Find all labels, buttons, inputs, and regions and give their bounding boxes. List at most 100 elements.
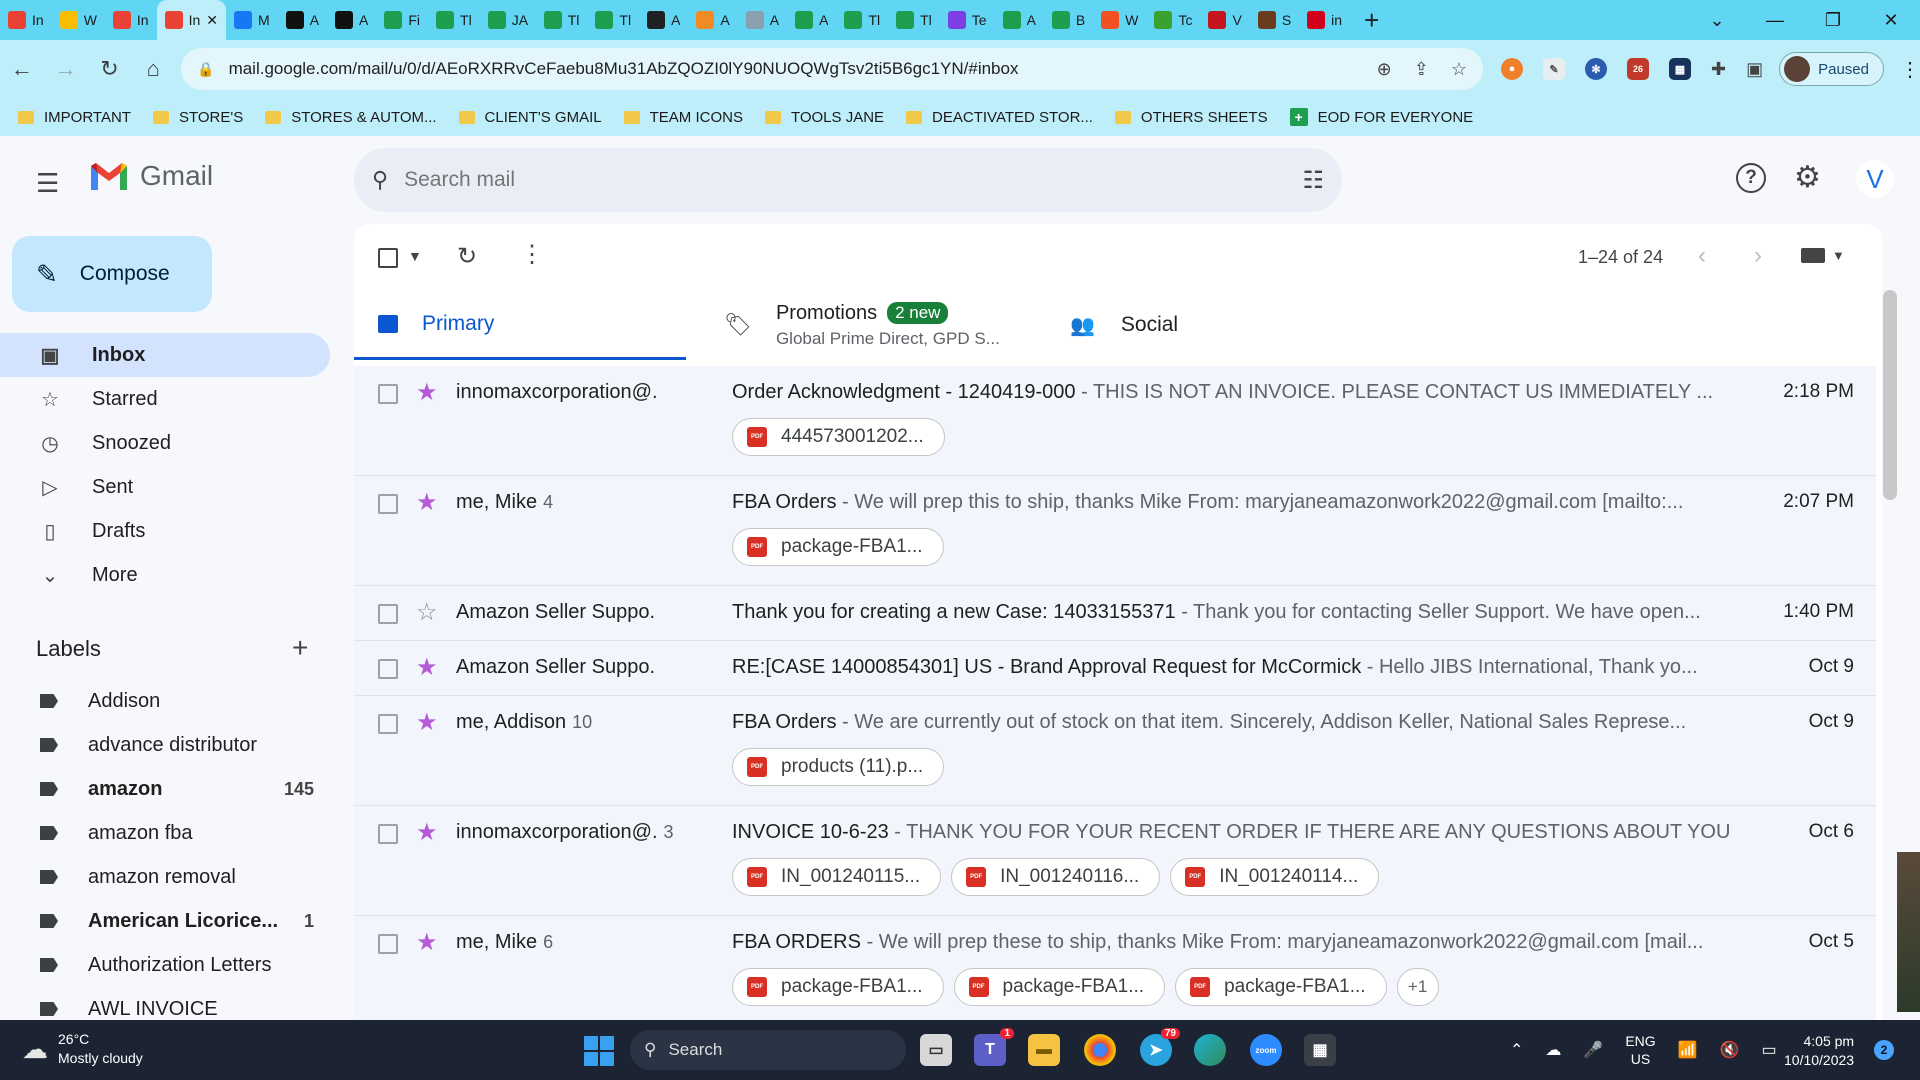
taskbar-search[interactable]: ⚲ Search xyxy=(630,1030,906,1070)
browser-tab[interactable]: Tl xyxy=(836,0,888,40)
microphone-icon[interactable]: 🎤 xyxy=(1583,1040,1603,1060)
notification-badge[interactable]: 2 xyxy=(1874,1040,1894,1060)
star-icon[interactable]: ★ xyxy=(416,818,438,847)
browser-tab[interactable]: A xyxy=(278,0,327,40)
profile-button[interactable]: Paused xyxy=(1779,52,1884,86)
search-bar[interactable]: ⚲ ☷ xyxy=(354,148,1342,212)
bookmark-item[interactable]: CLIENT'S GMAIL xyxy=(458,109,602,126)
row-checkbox[interactable] xyxy=(378,494,398,514)
weather-widget[interactable]: ☁ 26°C Mostly cloudy xyxy=(22,1030,143,1068)
row-checkbox[interactable] xyxy=(378,824,398,844)
restore-icon[interactable]: ❐ xyxy=(1804,10,1862,31)
browser-tab[interactable]: In xyxy=(105,0,157,40)
browser-tab[interactable]: A xyxy=(738,0,787,40)
star-icon[interactable]: ★ xyxy=(416,928,438,957)
browser-tab[interactable]: Fi xyxy=(376,0,428,40)
wifi-icon[interactable]: 📶 xyxy=(1678,1040,1698,1060)
start-button[interactable] xyxy=(584,1036,614,1066)
search-icon[interactable]: ⚲ xyxy=(372,167,388,193)
bookmark-item[interactable]: IMPORTANT xyxy=(18,109,131,126)
more-attachments[interactable]: +1 xyxy=(1396,968,1439,1006)
row-checkbox[interactable] xyxy=(378,659,398,679)
tab-search-icon[interactable]: ⌄ xyxy=(1688,10,1746,31)
star-icon[interactable]: ☆ xyxy=(416,598,438,627)
tab-primary[interactable]: Primary xyxy=(354,290,686,360)
back-icon[interactable]: ← xyxy=(0,56,44,82)
extension-badge-icon[interactable]: 26 xyxy=(1626,58,1649,80)
star-icon[interactable]: ★ xyxy=(416,708,438,737)
volume-muted-icon[interactable]: 🔇 xyxy=(1720,1040,1740,1060)
email-row[interactable]: ★ me, Mike 6 FBA ORDERS - We will prep thes… xyxy=(354,916,1876,1020)
close-tab-icon[interactable]: ✕ xyxy=(206,12,218,29)
input-tools-dropdown-icon[interactable]: ▼ xyxy=(1832,248,1845,263)
email-row[interactable]: ★ Amazon Seller Suppo. RE:[CASE 1400085430… xyxy=(354,641,1876,696)
close-window-icon[interactable]: ✕ xyxy=(1862,10,1920,31)
file-explorer-icon[interactable]: ▬ xyxy=(1028,1034,1060,1066)
attachment-chip[interactable]: PDF IN_001240116... xyxy=(951,858,1161,896)
browser-tab[interactable]: In ✕ xyxy=(156,0,227,40)
newer-page-icon[interactable]: ‹ xyxy=(1698,242,1706,270)
label-item[interactable]: amazon fba xyxy=(0,811,330,855)
label-item[interactable]: Authorization Letters xyxy=(0,943,330,987)
edge-icon[interactable] xyxy=(1194,1034,1226,1066)
gmail-logo[interactable]: Gmail xyxy=(88,160,213,192)
bookmark-item[interactable]: + EOD FOR EVERYONE xyxy=(1289,108,1473,126)
more-options-icon[interactable]: ⋮ xyxy=(520,240,544,269)
home-icon[interactable]: ⌂ xyxy=(131,56,175,82)
bookmark-star-icon[interactable]: ☆ xyxy=(1451,59,1467,80)
browser-tab[interactable]: A xyxy=(995,0,1044,40)
sidebar-item-more[interactable]: ⌄ More xyxy=(0,553,330,597)
email-row[interactable]: ★ me, Mike 4 FBA Orders - We will prep this… xyxy=(354,476,1876,586)
browser-tab[interactable]: Tl xyxy=(587,0,639,40)
task-view-icon[interactable]: ▭ xyxy=(920,1034,952,1066)
search-input[interactable] xyxy=(404,168,1303,192)
browser-tab[interactable]: Tl xyxy=(428,0,480,40)
attachment-chip[interactable]: PDF IN_001240114... xyxy=(1170,858,1380,896)
row-checkbox[interactable] xyxy=(378,384,398,404)
bookmark-item[interactable]: OTHERS SHEETS xyxy=(1114,109,1268,126)
select-dropdown-icon[interactable]: ▼ xyxy=(408,248,422,264)
onedrive-icon[interactable]: ☁ xyxy=(1545,1040,1561,1060)
browser-tab[interactable]: in xyxy=(1299,0,1350,40)
star-icon[interactable]: ★ xyxy=(416,653,438,682)
attachment-chip[interactable]: PDF products (11).p... xyxy=(732,748,945,786)
email-row[interactable]: ★ innomaxcorporation@. 3 INVOICE 10-6-23 - … xyxy=(354,806,1876,916)
sidebar-item-sent[interactable]: ▷ Sent xyxy=(0,465,330,509)
extension-grid-icon[interactable]: ▦ xyxy=(1668,58,1691,80)
row-checkbox[interactable] xyxy=(378,934,398,954)
extension-pen-icon[interactable]: ✎ xyxy=(1542,58,1565,80)
extension-puzzle-blue-icon[interactable]: ✻ xyxy=(1584,58,1607,80)
side-panel-icon[interactable]: ▣ xyxy=(1746,59,1763,80)
browser-tab[interactable]: Te xyxy=(940,0,995,40)
sidebar-item-drafts[interactable]: ▯ Drafts xyxy=(0,509,330,553)
scrollbar[interactable] xyxy=(1883,290,1897,500)
browser-tab[interactable]: W xyxy=(1093,0,1146,40)
email-row[interactable]: ☆ Amazon Seller Suppo. Thank you for creat… xyxy=(354,586,1876,641)
battery-icon[interactable]: ▭ xyxy=(1762,1040,1777,1060)
address-bar[interactable]: 🔒 mail.google.com/mail/u/0/d/AEoRXRRvCeF… xyxy=(181,48,1483,90)
sidebar-item-inbox[interactable]: ▣ Inbox xyxy=(0,333,330,377)
browser-tab[interactable]: Tc xyxy=(1146,0,1200,40)
select-all-checkbox[interactable] xyxy=(378,248,398,268)
help-icon[interactable]: ? xyxy=(1736,163,1766,193)
show-hidden-icons-icon[interactable]: ⌃ xyxy=(1510,1040,1523,1060)
settings-gear-icon[interactable]: ⚙ xyxy=(1794,160,1821,195)
row-checkbox[interactable] xyxy=(378,714,398,734)
input-tools-keyboard-icon[interactable] xyxy=(1801,248,1825,263)
bookmark-item[interactable]: TEAM ICONS xyxy=(623,109,743,126)
browser-tab[interactable]: V xyxy=(1200,0,1249,40)
tab-promotions[interactable]: 🏷 Promotions 2 new Global Prime Direct, … xyxy=(724,290,1044,360)
label-item[interactable]: advance distributor xyxy=(0,723,330,767)
attachment-chip[interactable]: PDF package-FBA1... xyxy=(1175,968,1387,1006)
email-row[interactable]: ★ innomaxcorporation@. Order Acknowledgmen… xyxy=(354,366,1876,476)
reload-icon[interactable]: ↻ xyxy=(88,56,132,82)
star-icon[interactable]: ★ xyxy=(416,378,438,407)
bookmark-item[interactable]: STORES & AUTOM... xyxy=(265,109,437,126)
bookmark-item[interactable]: STORE'S xyxy=(152,109,243,126)
zoom-icon[interactable]: ⊕ xyxy=(1377,59,1392,80)
extension-orange-icon[interactable]: ● xyxy=(1500,58,1523,80)
lock-icon[interactable]: 🔒 xyxy=(197,61,214,78)
label-item[interactable]: Addison xyxy=(0,679,330,723)
sidebar-item-starred[interactable]: ☆ Starred xyxy=(0,377,330,421)
browser-tab[interactable]: A xyxy=(688,0,737,40)
